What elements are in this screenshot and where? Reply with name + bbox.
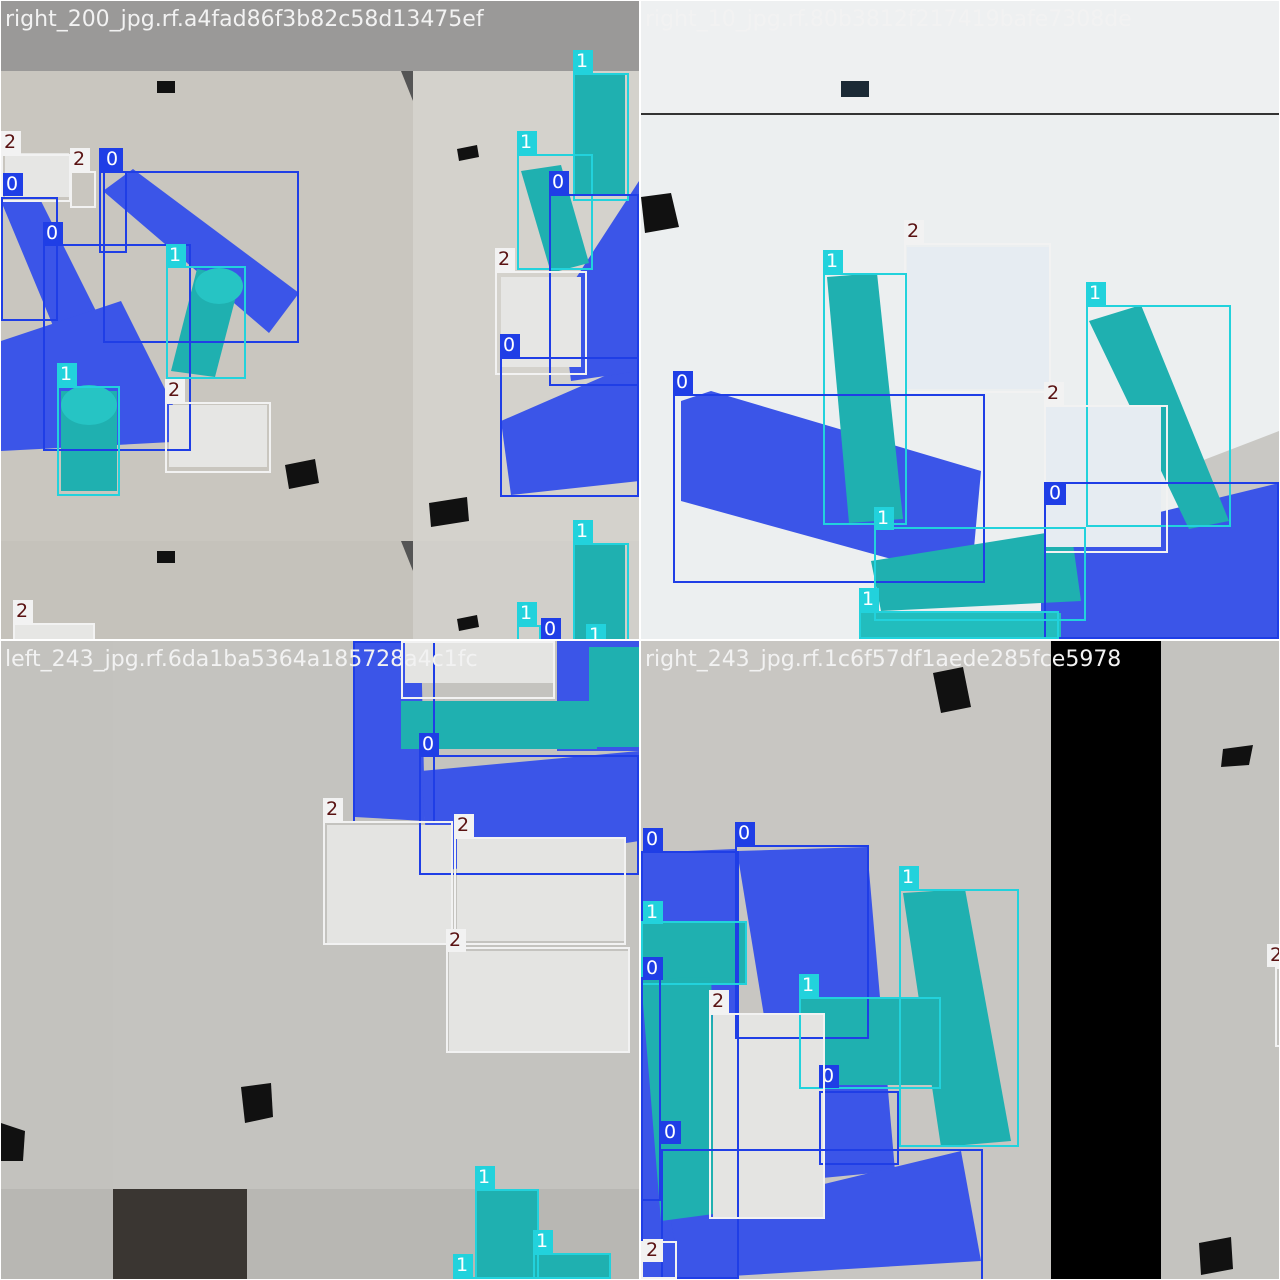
class-label: 1 xyxy=(573,520,593,543)
class-label: 1 xyxy=(573,50,593,73)
class-label: 0 xyxy=(419,733,439,756)
class-label: 2 xyxy=(709,990,729,1013)
class-label: 1 xyxy=(899,866,919,889)
class-label: 1 xyxy=(823,250,843,273)
class-label: 1 xyxy=(874,507,894,530)
mosaic-tile-top-left: right_200_jpg.rf.a4fad86f3b82c58d13475ef… xyxy=(1,1,639,639)
class-label: 2 xyxy=(70,148,90,171)
tile-title: left_243_jpg.rf.6da1ba5364a185728a4c1fc xyxy=(5,647,478,672)
detection-box-class-2: 2 xyxy=(70,148,96,208)
detection-box-class-1: 1 xyxy=(874,507,1086,621)
detection-box-class-1: 1 xyxy=(57,363,120,496)
class-label: 0 xyxy=(500,334,520,357)
class-label: 0 xyxy=(643,957,663,980)
detection-box-class-2: 2 xyxy=(13,600,95,639)
mosaic-tile-bottom-left: left_243_jpg.rf.6da1ba5364a185728a4c1fc … xyxy=(1,641,639,1279)
class-label: 2 xyxy=(1,131,21,154)
detection-box-class-1: 1 xyxy=(166,244,246,379)
class-label: 2 xyxy=(323,798,343,821)
class-label: 1 xyxy=(475,1166,495,1189)
class-label: 0 xyxy=(43,222,63,245)
class-label: 1 xyxy=(57,363,77,386)
class-label: 2 xyxy=(446,929,466,952)
detection-box-class-2: 2 xyxy=(323,798,453,945)
class-label: 1 xyxy=(586,624,606,639)
class-label: 1 xyxy=(799,974,819,997)
detection-box-class-1: 1 xyxy=(517,602,541,639)
class-label: 1 xyxy=(533,1230,553,1253)
class-label: 1 xyxy=(643,901,663,924)
class-label: 1 xyxy=(517,131,537,154)
tile-title: right_200_jpg.rf.a4fad86f3b82c58d13475ef xyxy=(5,7,484,32)
class-label: 2 xyxy=(1044,382,1064,405)
class-label: 1 xyxy=(517,602,537,625)
detection-box-class-0: 0 xyxy=(641,957,663,1201)
detection-box-class-2: 2 xyxy=(454,814,626,945)
class-label: 1 xyxy=(1086,282,1106,305)
detection-box-class-1: 1 xyxy=(453,1254,493,1279)
detection-box-class-0: 0 xyxy=(500,334,639,497)
detection-box-class-2: 2 xyxy=(446,929,630,1053)
class-label: 2 xyxy=(1267,944,1279,967)
class-label: 2 xyxy=(643,1239,663,1262)
tile-title: right_243_jpg.rf.1c6f57df1aede285fce5978 xyxy=(645,647,1122,672)
detection-box-class-2: 2 xyxy=(641,1239,677,1279)
detection-box-class-1: 1 xyxy=(475,1166,539,1279)
class-label: 0 xyxy=(549,171,569,194)
class-label: 0 xyxy=(541,618,561,639)
class-label: 1 xyxy=(166,244,186,267)
mosaic-tile-top-right: right_10_jpg.rf.80b3812f217419bafe7308de… xyxy=(641,1,1279,639)
class-label: 0 xyxy=(661,1121,681,1144)
detection-box-class-2: 2 xyxy=(165,379,271,473)
class-label: 1 xyxy=(859,588,879,611)
class-label: 0 xyxy=(643,828,663,851)
class-label: 0 xyxy=(3,173,23,196)
class-label: 0 xyxy=(735,822,755,845)
class-label: 2 xyxy=(904,220,924,243)
class-label: 0 xyxy=(1046,482,1066,505)
detection-box-class-1: 1 xyxy=(859,588,1059,639)
class-label: 0 xyxy=(353,641,373,642)
tile-title: right_10_jpg.rf.80b3812f217419bafe7308de xyxy=(645,7,1132,32)
detection-box-class-0: 0 xyxy=(661,1121,983,1279)
detection-box-class-1: 1 xyxy=(533,1230,611,1279)
mosaic-tile-bottom-right: right_243_jpg.rf.1c6f57df1aede285fce5978… xyxy=(641,641,1279,1279)
class-label: 0 xyxy=(103,148,123,171)
class-label: 2 xyxy=(495,248,515,271)
class-label: 0 xyxy=(673,371,693,394)
class-label: 2 xyxy=(454,814,474,837)
class-label: 2 xyxy=(165,379,185,402)
detection-box-class-2: 2 xyxy=(1267,944,1279,1047)
detection-box-class-2: 2 xyxy=(904,220,1051,393)
augmented-batch-mosaic: right_200_jpg.rf.a4fad86f3b82c58d13475ef… xyxy=(0,0,1280,1280)
class-label: 2 xyxy=(13,600,33,623)
class-label: 1 xyxy=(453,1254,473,1277)
